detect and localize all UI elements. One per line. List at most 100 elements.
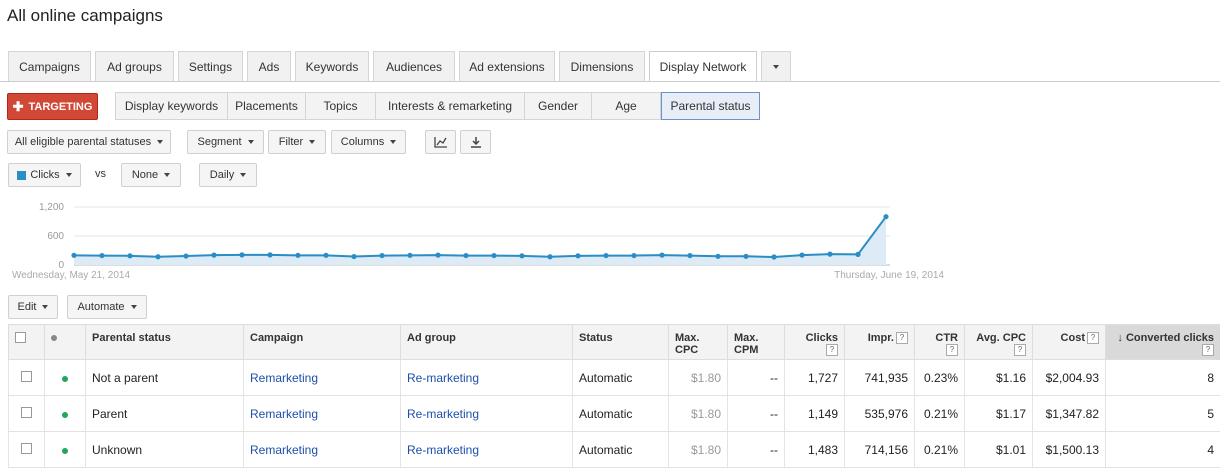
chart-data-point[interactable]	[155, 254, 161, 260]
col-campaign[interactable]: Campaign	[243, 324, 401, 360]
tab-dimensions[interactable]: Dimensions	[559, 51, 645, 81]
tab-ads[interactable]: Ads	[247, 51, 291, 81]
subtab-placements[interactable]: Placements	[228, 92, 306, 120]
tab-ad-extensions[interactable]: Ad extensions	[459, 51, 555, 81]
col-max-cpc[interactable]: Max. CPC	[668, 324, 728, 360]
chevron-down-icon	[773, 64, 779, 69]
chart-data-point[interactable]	[127, 253, 133, 259]
col-max-cpm-line2: CPM	[734, 344, 759, 356]
chevron-down-icon	[309, 140, 316, 144]
col-cost[interactable]: Cost?	[1032, 324, 1106, 360]
subtab-age[interactable]: Age	[592, 92, 661, 120]
chart-data-point[interactable]	[659, 252, 665, 258]
row-checkbox-cell[interactable]	[8, 431, 45, 468]
help-icon[interactable]: ?	[1202, 344, 1214, 356]
col-max-cpc-line2: CPC	[675, 344, 699, 356]
cell-max-cpc[interactable]: $1.80	[668, 359, 728, 396]
select-all-checkbox[interactable]	[15, 332, 26, 343]
chart-data-point[interactable]	[771, 254, 777, 260]
chart-data-point[interactable]	[855, 251, 861, 257]
help-icon[interactable]: ?	[1087, 332, 1099, 344]
chart-data-point[interactable]	[71, 252, 77, 258]
tab-settings[interactable]: Settings	[178, 51, 243, 81]
automate-dropdown[interactable]: Automate	[67, 295, 147, 319]
series-color-swatch	[17, 170, 27, 180]
campaign-link[interactable]: Remarketing	[250, 407, 318, 421]
select-all-checkbox-cell[interactable]	[8, 324, 45, 360]
col-max-cpm[interactable]: Max. CPM	[727, 324, 785, 360]
col-impr[interactable]: Impr.?	[844, 324, 915, 360]
col-clicks[interactable]: Clicks?	[784, 324, 845, 360]
help-icon[interactable]: ?	[896, 332, 908, 344]
tab-campaigns[interactable]: Campaigns	[8, 51, 91, 81]
chart-data-point[interactable]	[379, 252, 385, 259]
campaign-link[interactable]: Remarketing	[250, 443, 318, 457]
interval-dropdown[interactable]: Daily	[199, 163, 257, 187]
col-parental-status[interactable]: Parental status	[85, 324, 244, 360]
chart-data-point[interactable]	[463, 252, 469, 259]
chart-data-point[interactable]	[883, 214, 889, 220]
chart-data-point[interactable]	[183, 253, 189, 259]
metric1-dropdown[interactable]: Clicks	[8, 163, 81, 187]
help-icon[interactable]: ?	[826, 344, 838, 356]
campaign-link[interactable]: Remarketing	[250, 371, 318, 385]
chart-data-point[interactable]	[799, 252, 805, 258]
row-checkbox[interactable]	[21, 442, 32, 454]
targeting-button[interactable]: ✚ TARGETING	[7, 93, 98, 120]
ad-group-link[interactable]: Re-marketing	[407, 371, 479, 385]
chart-data-point[interactable]	[547, 254, 553, 260]
subtab-display-keywords[interactable]: Display keywords	[115, 92, 228, 120]
row-checkbox-cell[interactable]	[8, 395, 45, 432]
cell-max-cpc[interactable]: $1.80	[668, 395, 728, 432]
chart-data-point[interactable]	[295, 252, 301, 258]
row-status-dot-cell	[44, 431, 86, 468]
row-checkbox[interactable]	[21, 406, 32, 418]
cell-max-cpc[interactable]: $1.80	[668, 431, 728, 468]
chart-data-point[interactable]	[687, 252, 693, 259]
chart-data-point[interactable]	[267, 252, 273, 258]
tab-audiences[interactable]: Audiences	[373, 51, 455, 81]
chart-data-point[interactable]	[239, 252, 245, 258]
edit-dropdown[interactable]: Edit	[8, 295, 58, 319]
row-checkbox[interactable]	[21, 370, 32, 382]
chart-data-point[interactable]	[631, 252, 637, 259]
columns-dropdown[interactable]: Columns	[331, 130, 406, 154]
chart-data-point[interactable]	[491, 252, 497, 259]
chart-data-point[interactable]	[603, 252, 609, 259]
row-checkbox-cell[interactable]	[8, 359, 45, 396]
toggle-graph-button[interactable]	[425, 130, 456, 154]
ad-group-link[interactable]: Re-marketing	[407, 407, 479, 421]
col-status[interactable]: Status	[572, 324, 669, 360]
chart-data-point[interactable]	[407, 252, 413, 258]
chart-data-point[interactable]	[351, 253, 357, 260]
filter-dropdown[interactable]: Filter	[268, 130, 326, 154]
help-icon[interactable]: ?	[1014, 344, 1026, 356]
metric2-dropdown[interactable]: None	[121, 163, 181, 187]
parental-status-filter-dropdown[interactable]: All eligible parental statuses	[7, 130, 171, 154]
subtab-gender[interactable]: Gender	[525, 92, 592, 120]
tab-keywords[interactable]: Keywords	[295, 51, 369, 81]
help-icon[interactable]: ?	[946, 344, 958, 356]
segment-dropdown[interactable]: Segment	[187, 130, 264, 154]
chart-data-point[interactable]	[743, 253, 749, 259]
chart-data-point[interactable]	[211, 252, 217, 258]
col-ad-group[interactable]: Ad group	[400, 324, 573, 360]
subtab-parental-status[interactable]: Parental status	[661, 92, 760, 120]
col-ctr[interactable]: CTR?	[914, 324, 965, 360]
tab-ad-groups[interactable]: Ad groups	[95, 51, 174, 81]
col-converted-clicks[interactable]: ↓ Converted clicks?	[1105, 324, 1220, 360]
download-button[interactable]	[460, 130, 491, 154]
chart-data-point[interactable]	[435, 252, 441, 258]
subtab-interests-remarketing[interactable]: Interests & remarketing	[376, 92, 525, 120]
ad-group-link[interactable]: Re-marketing	[407, 443, 479, 457]
chart-data-point[interactable]	[99, 252, 105, 259]
chart-data-point[interactable]	[827, 251, 833, 257]
col-avg-cpc[interactable]: Avg. CPC?	[964, 324, 1033, 360]
subtab-topics[interactable]: Topics	[306, 92, 376, 120]
chart-data-point[interactable]	[575, 253, 581, 259]
chart-data-point[interactable]	[715, 253, 721, 259]
chart-data-point[interactable]	[323, 252, 329, 258]
more-tabs-dropdown[interactable]	[761, 51, 791, 81]
chart-data-point[interactable]	[519, 253, 525, 259]
tab-display-network[interactable]: Display Network	[649, 51, 757, 82]
